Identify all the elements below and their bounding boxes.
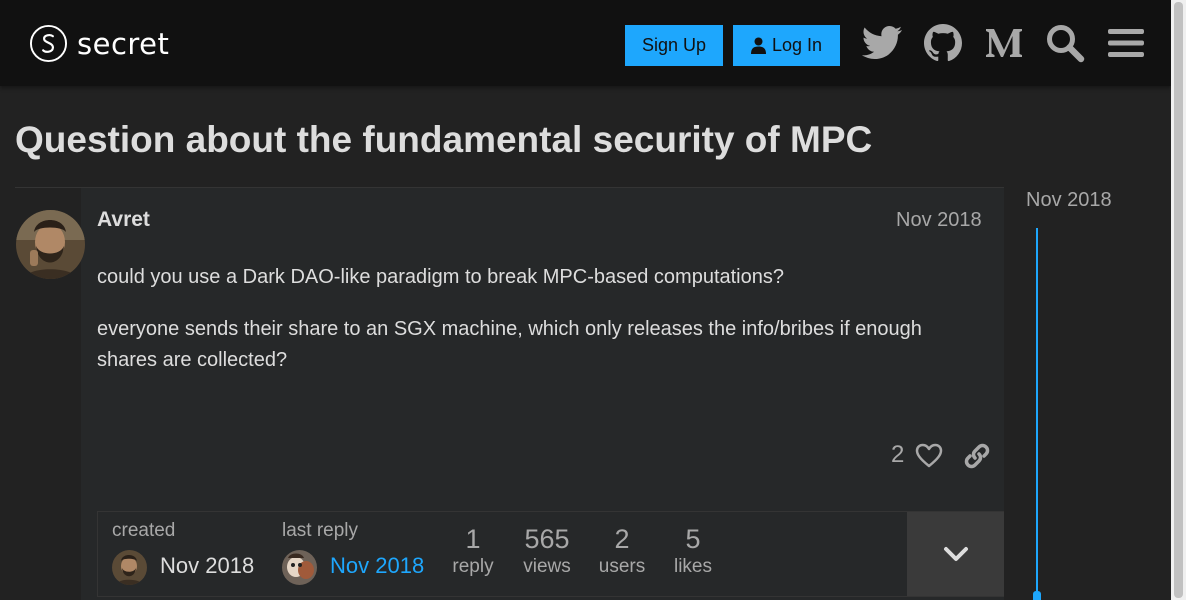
secret-logo-icon [29, 24, 68, 63]
created-date: Nov 2018 [160, 553, 255, 578]
search-icon[interactable] [1043, 21, 1087, 65]
medium-icon[interactable] [982, 21, 1026, 65]
stat-number: 5 [685, 524, 701, 554]
topic-title[interactable]: Question about the fundamental security … [15, 119, 872, 161]
stat-label: reply [452, 556, 494, 577]
created-label: created [112, 520, 176, 541]
hamburger-menu-icon[interactable] [1104, 21, 1148, 65]
post-paragraph: could you use a Dark DAO-like paradigm t… [97, 266, 784, 288]
like-count[interactable]: 2 [891, 441, 904, 469]
user-icon [750, 37, 766, 54]
log-in-label: Log In [771, 35, 823, 55]
post-paragraph: everyone sends their share to an SGX mac… [97, 318, 922, 371]
stat-likes: 5 likes [670, 521, 716, 577]
timeline-start-date[interactable]: Nov 2018 [1026, 189, 1112, 212]
stat-label: likes [673, 556, 712, 577]
log-in-button[interactable]: Log In [733, 25, 840, 66]
post-author-name[interactable]: Avret [97, 208, 150, 232]
github-icon[interactable] [921, 21, 965, 65]
last-reply-date[interactable]: Nov 2018 [330, 553, 424, 579]
author-avatar[interactable] [16, 210, 85, 279]
site-header: secret Sign Up Log In [0, 0, 1171, 86]
stat-label: users [598, 556, 646, 577]
stat-number: 565 [524, 524, 570, 554]
topic-map-expand-button[interactable] [907, 512, 1004, 596]
stat-number: 2 [614, 524, 630, 554]
post-date[interactable]: Nov 2018 [896, 209, 982, 232]
timeline-handle[interactable] [1033, 591, 1041, 600]
chevron-down-icon [943, 547, 968, 561]
heart-icon[interactable] [915, 442, 943, 470]
twitter-icon[interactable] [860, 21, 904, 65]
stat-number: 1 [465, 524, 481, 554]
created-avatar[interactable] [112, 550, 147, 585]
stat-label: views [523, 556, 571, 577]
timeline-scrollarea[interactable] [1036, 228, 1038, 600]
stat-replies: 1 reply [449, 521, 497, 577]
stat-users: 2 users [596, 521, 648, 577]
site-logo[interactable]: secret [29, 24, 169, 63]
logo-text: secret [77, 26, 170, 61]
last-reply-label: last reply [282, 520, 359, 541]
last-reply-avatar[interactable] [282, 550, 317, 585]
link-icon[interactable] [963, 442, 991, 470]
scrollbar-thumb[interactable] [1174, 2, 1183, 598]
sign-up-button[interactable]: Sign Up [625, 25, 723, 66]
page-scrollbar[interactable] [1171, 0, 1186, 600]
stat-views: 565 views [518, 521, 576, 577]
